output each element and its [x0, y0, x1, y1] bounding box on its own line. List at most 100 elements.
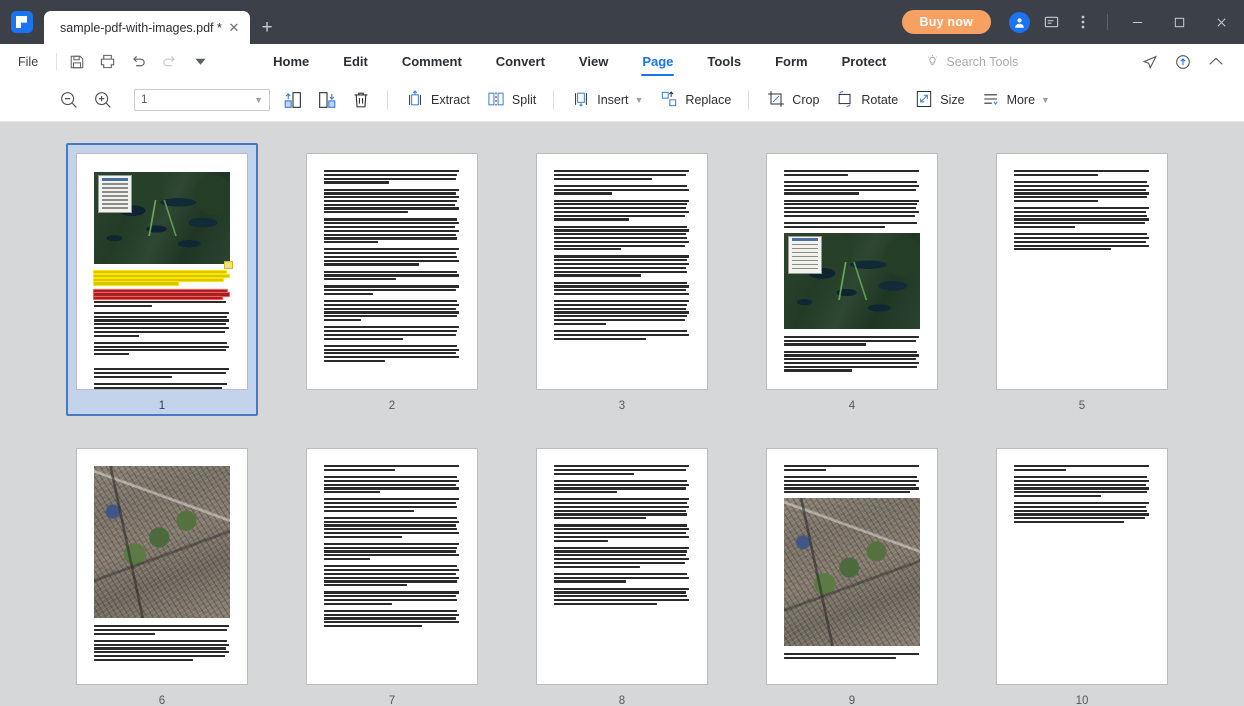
page-preview	[306, 448, 478, 685]
tab-tools[interactable]: Tools	[690, 44, 758, 79]
tab-comment[interactable]: Comment	[385, 44, 479, 79]
page-thumbnail-area[interactable]: 1 2	[0, 122, 1244, 706]
zoom-in-icon[interactable]	[86, 85, 120, 115]
share-send-icon[interactable]	[1133, 44, 1166, 79]
page-preview	[766, 153, 938, 390]
text-paragraph	[554, 330, 690, 340]
page-thumbnail-4[interactable]: 4	[756, 143, 948, 416]
text-paragraph	[324, 326, 460, 340]
redo-icon[interactable]	[154, 44, 185, 79]
file-menu-button[interactable]: File	[0, 55, 52, 69]
collapse-ribbon-icon[interactable]	[1199, 44, 1232, 79]
page-thumbnail-7[interactable]: 7	[296, 438, 488, 706]
maximize-icon[interactable]	[1158, 0, 1200, 44]
page-thumbnail-1[interactable]: 1	[66, 143, 258, 416]
page-number-label: 2	[389, 398, 395, 414]
satellite-map-image	[94, 172, 230, 264]
customize-quick-access-icon[interactable]	[185, 44, 216, 79]
page-thumbnail-10[interactable]: 10	[986, 438, 1178, 706]
tab-form[interactable]: Form	[758, 44, 825, 79]
text-paragraph	[324, 476, 460, 493]
insert-page-icon	[571, 89, 591, 112]
delete-page-icon[interactable]	[344, 85, 378, 115]
ribbon-tabs: Home Edit Comment Convert View Page Tool…	[256, 44, 903, 79]
page-number-label: 6	[159, 693, 165, 706]
size-button[interactable]: Size	[906, 85, 972, 115]
split-page-icon	[486, 89, 506, 112]
document-tab[interactable]: sample-pdf-with-images.pdf * ✕	[44, 11, 250, 44]
sticky-note-annotation[interactable]	[224, 261, 233, 269]
buy-now-button[interactable]: Buy now	[902, 10, 991, 34]
tab-edit[interactable]: Edit	[326, 44, 385, 79]
more-button[interactable]: More ▼	[973, 85, 1058, 115]
tab-home[interactable]: Home	[256, 44, 326, 79]
window-close-icon[interactable]	[1200, 0, 1242, 44]
zoom-out-icon[interactable]	[52, 85, 86, 115]
page-number-label: 5	[1079, 398, 1085, 414]
text-paragraph	[784, 351, 920, 372]
text-paragraph	[554, 185, 690, 195]
text-paragraph	[784, 465, 920, 471]
tab-protect[interactable]: Protect	[825, 44, 904, 79]
insert-page-after-icon[interactable]	[310, 85, 344, 115]
replace-button[interactable]: Replace	[651, 85, 739, 115]
text-paragraph	[554, 300, 690, 325]
close-icon[interactable]: ✕	[224, 18, 244, 38]
more-label: More	[1007, 93, 1035, 107]
page-thumbnail-8[interactable]: 8	[526, 438, 718, 706]
page-thumbnail-5[interactable]: 5	[986, 143, 1178, 416]
page-preview	[766, 448, 938, 685]
page-thumbnail-cell: 2	[277, 143, 507, 438]
split-button[interactable]: Split	[478, 85, 544, 115]
account-avatar-icon[interactable]	[1003, 0, 1035, 44]
chevron-down-icon[interactable]: ▼	[254, 95, 263, 105]
chevron-down-icon[interactable]: ▼	[635, 95, 644, 105]
title-bar: sample-pdf-with-images.pdf * ✕ + Buy now	[0, 0, 1244, 44]
text-paragraph	[784, 170, 920, 176]
page-thumbnail-6[interactable]: 6	[66, 438, 258, 706]
text-paragraph	[554, 226, 690, 251]
page-number-label: 3	[619, 398, 625, 414]
text-paragraph	[784, 222, 920, 228]
insert-button[interactable]: Insert ▼	[563, 85, 651, 115]
crop-button[interactable]: Crop	[758, 85, 827, 115]
city-satellite-image	[784, 498, 920, 646]
undo-icon[interactable]	[123, 44, 154, 79]
lightbulb-icon	[925, 53, 940, 71]
chevron-down-icon[interactable]: ▼	[1041, 95, 1050, 105]
minimize-icon[interactable]	[1116, 0, 1158, 44]
text-paragraph	[94, 383, 230, 389]
divider	[553, 90, 554, 110]
extract-button[interactable]: Extract	[397, 85, 478, 115]
cloud-upload-icon[interactable]	[1166, 44, 1199, 79]
page-toolbar: 1 ▼ Extract	[0, 79, 1244, 122]
page-number-value: 1	[141, 94, 254, 106]
page-number-input[interactable]: 1 ▼	[134, 89, 270, 111]
print-icon[interactable]	[92, 44, 123, 79]
text-paragraph	[784, 200, 920, 217]
extract-page-icon	[405, 89, 425, 112]
page-thumbnail-9[interactable]: 9	[756, 438, 948, 706]
plus-icon[interactable]: +	[250, 11, 284, 44]
tab-view[interactable]: View	[562, 44, 625, 79]
search-tools-button[interactable]: Search Tools	[925, 53, 1018, 71]
crop-icon	[766, 89, 786, 112]
text-paragraph	[554, 255, 690, 276]
save-icon[interactable]	[61, 44, 92, 79]
pdfelement-logo-icon	[11, 11, 33, 33]
message-feedback-icon[interactable]	[1035, 0, 1067, 44]
kebab-menu-icon[interactable]	[1067, 0, 1099, 44]
text-paragraph	[324, 498, 460, 512]
insert-label: Insert	[597, 93, 628, 107]
tab-convert[interactable]: Convert	[479, 44, 562, 79]
text-paragraph	[324, 465, 460, 471]
app-logo	[0, 0, 44, 44]
rotate-button[interactable]: Rotate	[827, 85, 906, 115]
page-thumbnail-2[interactable]: 2	[296, 143, 488, 416]
page-thumbnail-3[interactable]: 3	[526, 143, 718, 416]
page-number-label: 10	[1076, 693, 1089, 706]
crop-label: Crop	[792, 93, 819, 107]
tab-page[interactable]: Page	[625, 44, 690, 79]
text-paragraph	[324, 218, 460, 243]
insert-page-before-icon[interactable]	[276, 85, 310, 115]
